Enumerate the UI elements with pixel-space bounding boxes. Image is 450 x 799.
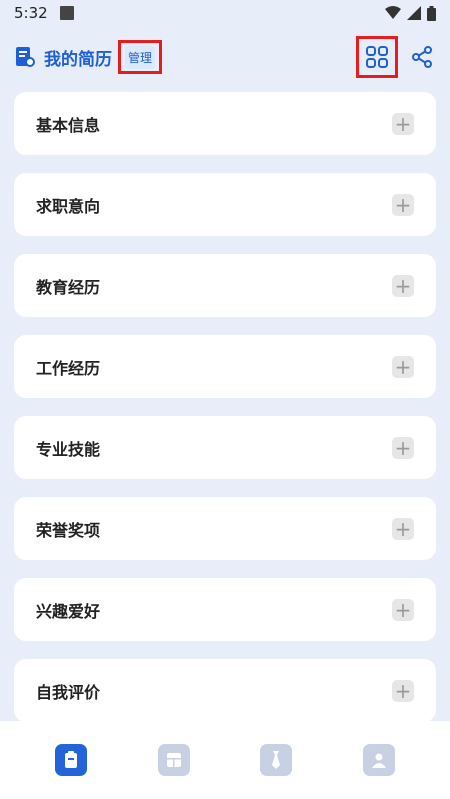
section-list: 基本信息 + 求职意向 + 教育经历 + 工作经历 + 专业技能 + 荣誉奖项 … (14, 92, 436, 740)
battery-icon (427, 5, 436, 21)
tie-tab-icon (272, 751, 281, 769)
nav-tab-tie[interactable] (260, 744, 293, 776)
manage-button[interactable]: 管理 (118, 40, 163, 74)
add-icon[interactable]: + (392, 517, 414, 540)
section-label: 基本信息 (36, 115, 101, 135)
resume-icon (16, 47, 35, 67)
add-icon[interactable]: + (392, 679, 414, 702)
add-icon[interactable]: + (392, 274, 414, 297)
section-card-hobbies[interactable]: 兴趣爱好 + (14, 578, 436, 641)
section-card-education[interactable]: 教育经历 + (14, 254, 436, 317)
nav-tab-profile[interactable] (362, 744, 395, 776)
add-icon[interactable]: + (392, 355, 414, 378)
wifi-icon (385, 6, 401, 19)
section-card-self-evaluation[interactable]: 自我评价 + (14, 659, 436, 722)
share-button[interactable] (408, 43, 436, 71)
add-icon[interactable]: + (392, 598, 414, 621)
section-label: 荣誉奖项 (36, 520, 101, 540)
section-card-work-experience[interactable]: 工作经历 + (14, 335, 436, 398)
template-tab-icon (166, 753, 181, 767)
section-label: 工作经历 (36, 358, 101, 378)
manage-label: 管理 (125, 45, 156, 69)
profile-tab-icon (371, 753, 386, 768)
status-time: 5:32 (14, 4, 48, 22)
section-label: 兴趣爱好 (36, 601, 101, 621)
section-card-skills[interactable]: 专业技能 + (14, 416, 436, 479)
add-icon[interactable]: + (392, 193, 414, 216)
app-header: 我的简历 管理 (14, 36, 436, 78)
nav-tab-resume[interactable] (55, 744, 88, 776)
resume-tab-icon (65, 751, 78, 768)
bottom-nav (0, 721, 450, 799)
section-card-honors[interactable]: 荣誉奖项 + (14, 497, 436, 560)
grid-button[interactable] (356, 36, 398, 78)
section-label: 求职意向 (36, 196, 101, 216)
section-card-basic-info[interactable]: 基本信息 + (14, 92, 436, 155)
section-label: 专业技能 (36, 439, 101, 459)
section-card-job-intention[interactable]: 求职意向 + (14, 173, 436, 236)
notification-icon (59, 6, 74, 20)
nav-tab-templates[interactable] (157, 744, 190, 776)
add-icon[interactable]: + (392, 436, 414, 459)
signal-icon (407, 6, 421, 20)
share-icon (412, 46, 432, 68)
add-icon[interactable]: + (392, 112, 414, 135)
section-label: 自我评价 (36, 682, 101, 702)
status-bar: 5:32 (0, 0, 450, 26)
page-title: 我的简历 (44, 49, 112, 70)
grid-icon (366, 46, 388, 68)
section-label: 教育经历 (36, 277, 101, 297)
